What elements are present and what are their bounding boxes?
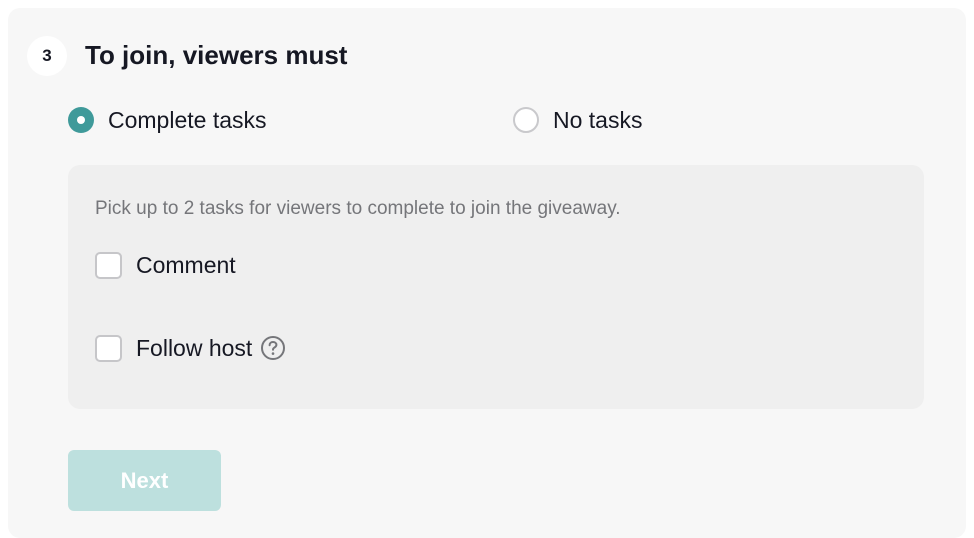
comment-checkbox[interactable] <box>95 251 122 279</box>
radio-label-complete-tasks: Complete tasks <box>108 107 267 133</box>
radio-option-no-tasks[interactable]: No tasks <box>513 104 642 136</box>
follow-host-checkbox-label: Follow host <box>136 335 253 361</box>
radio-option-complete-tasks[interactable]: Complete tasks <box>68 104 267 136</box>
section-title: To join, viewers must <box>85 40 348 70</box>
follow-host-checkbox[interactable] <box>95 334 122 362</box>
tasks-hint-text: Pick up to 2 tasks for viewers to comple… <box>95 198 621 219</box>
radio-button-selected[interactable] <box>68 107 94 133</box>
next-button[interactable]: Next <box>68 450 221 511</box>
step-number-badge: 3 <box>27 36 67 76</box>
radio-button-unselected[interactable] <box>513 107 539 133</box>
task-checkbox-row-follow-host[interactable]: Follow host <box>95 333 286 363</box>
comment-checkbox-label: Comment <box>136 252 236 278</box>
radio-label-no-tasks: No tasks <box>553 107 643 133</box>
help-icon-graphic <box>261 336 286 360</box>
task-checkbox-row-comment[interactable]: Comment <box>95 250 236 280</box>
help-icon[interactable] <box>260 335 286 361</box>
